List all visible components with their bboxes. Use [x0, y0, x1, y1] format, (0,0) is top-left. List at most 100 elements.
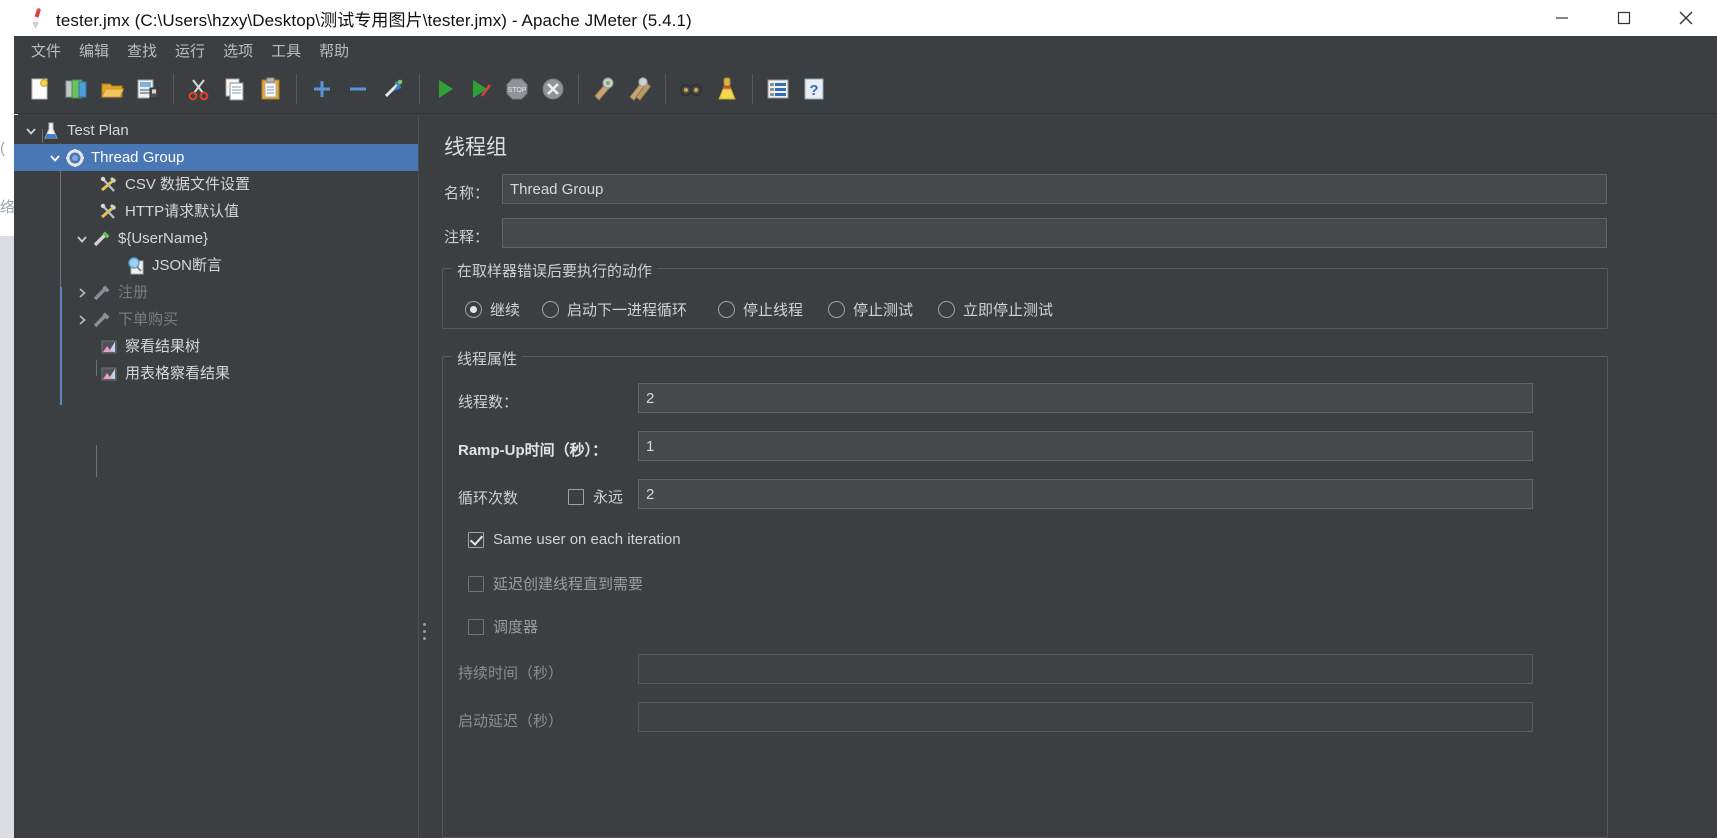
- test-plan-tree[interactable]: Test Plan Thread Group CSV 数据文件设置 HTTP请求…: [14, 115, 418, 838]
- duration-label: 持续时间（秒）: [458, 665, 564, 682]
- tree-node-csv-data-set[interactable]: CSV 数据文件设置: [14, 171, 418, 198]
- start-icon[interactable]: [427, 70, 463, 108]
- new-icon[interactable]: [22, 70, 58, 108]
- menu-run[interactable]: 运行: [166, 37, 214, 64]
- error-action-legend: 在取样器错误后要执行的动作: [452, 260, 658, 281]
- radio-indicator[interactable]: [465, 301, 482, 318]
- radio-stop-test-now[interactable]: 立即停止测试: [938, 299, 1053, 320]
- chevron-down-icon[interactable]: [48, 151, 62, 165]
- startup-delay-input[interactable]: [638, 702, 1533, 732]
- paste-icon[interactable]: [253, 70, 289, 108]
- checkbox-indicator[interactable]: [468, 531, 484, 548]
- toolbar-separator-4: [578, 73, 579, 104]
- checkbox-indicator[interactable]: [468, 618, 484, 635]
- tree-node-label: 察看结果树: [125, 338, 201, 355]
- save-icon[interactable]: [130, 70, 166, 108]
- reset-search-icon[interactable]: [709, 70, 745, 108]
- tree-node-label: 注册: [118, 284, 149, 301]
- toolbar-separator-5: [665, 73, 666, 104]
- tree-node-username-sampler[interactable]: ${UserName}: [14, 225, 418, 252]
- clear-all-icon[interactable]: [622, 70, 658, 108]
- cut-icon[interactable]: [181, 70, 217, 108]
- rampup-input[interactable]: 1: [638, 431, 1533, 461]
- name-input[interactable]: Thread Group: [502, 174, 1607, 204]
- toggle-icon[interactable]: [376, 70, 412, 108]
- loop-count-input[interactable]: 2: [638, 479, 1533, 509]
- splitter-handle-icon[interactable]: [423, 623, 427, 644]
- expand-all-icon[interactable]: [304, 70, 340, 108]
- page-title: 线程组: [444, 136, 507, 159]
- comment-input[interactable]: [502, 218, 1607, 248]
- chevron-right-icon[interactable]: [75, 313, 89, 327]
- maximize-button[interactable]: [1593, 0, 1655, 36]
- stop-icon[interactable]: STOP: [499, 70, 535, 108]
- checkbox-label: Same user on each iteration: [493, 531, 681, 548]
- duration-input[interactable]: [638, 654, 1533, 684]
- desktop-ghost-text-a: (: [0, 140, 5, 157]
- menu-edit[interactable]: 编辑: [70, 37, 118, 64]
- menu-help[interactable]: 帮助: [310, 37, 358, 64]
- help-icon[interactable]: ?: [796, 70, 832, 108]
- thread-properties-legend: 线程属性: [452, 348, 523, 369]
- startup-delay-label: 启动延迟（秒）: [458, 713, 564, 730]
- search-icon[interactable]: [673, 70, 709, 108]
- tree-node-thread-group[interactable]: Thread Group: [14, 144, 418, 171]
- templates-icon[interactable]: [58, 70, 94, 108]
- tree-node-view-results-tree[interactable]: 察看结果树: [14, 333, 418, 360]
- chevron-down-icon[interactable]: [24, 124, 38, 138]
- listener-icon: [99, 364, 119, 384]
- delayed-thread-creation-checkbox[interactable]: 延迟创建线程直到需要: [468, 573, 643, 594]
- start-no-pauses-icon[interactable]: [463, 70, 499, 108]
- radio-label: 启动下一进程循环: [567, 302, 688, 319]
- close-button[interactable]: [1655, 0, 1717, 36]
- tree-node-label: CSV 数据文件设置: [125, 176, 251, 193]
- scheduler-checkbox[interactable]: 调度器: [468, 616, 538, 637]
- listener-icon: [99, 337, 119, 357]
- threads-input[interactable]: 2: [638, 383, 1533, 413]
- radio-start-next-loop[interactable]: 启动下一进程循环: [542, 299, 687, 320]
- minimize-button[interactable]: [1531, 0, 1593, 36]
- radio-indicator[interactable]: [718, 301, 735, 318]
- assertion-icon: [126, 256, 146, 276]
- tree-node-json-assertion[interactable]: JSON断言: [14, 252, 418, 279]
- tree-node-place-order[interactable]: 下单购买: [14, 306, 418, 333]
- tree-node-register[interactable]: 注册: [14, 279, 418, 306]
- radio-indicator[interactable]: [542, 301, 559, 318]
- shutdown-icon[interactable]: [535, 70, 571, 108]
- radio-stop-thread[interactable]: 停止线程: [718, 299, 803, 320]
- menu-search[interactable]: 查找: [118, 37, 166, 64]
- loop-forever-checkbox[interactable]: 永远: [568, 486, 623, 507]
- sampler-icon: [92, 283, 112, 303]
- clear-icon[interactable]: [586, 70, 622, 108]
- toolbar: STOP ?: [14, 64, 1717, 114]
- copy-icon[interactable]: [217, 70, 253, 108]
- radio-stop-test[interactable]: 停止测试: [828, 299, 913, 320]
- menu-options[interactable]: 选项: [214, 37, 262, 64]
- tree-node-http-defaults[interactable]: HTTP请求默认值: [14, 198, 418, 225]
- tree-node-label: ${UserName}: [118, 230, 209, 247]
- radio-indicator[interactable]: [828, 301, 845, 318]
- menu-file[interactable]: 文件: [22, 37, 70, 64]
- open-icon[interactable]: [94, 70, 130, 108]
- checkbox-indicator[interactable]: [568, 488, 584, 505]
- menu-tools[interactable]: 工具: [262, 37, 310, 64]
- radio-continue[interactable]: 继续: [465, 299, 520, 320]
- rampup-label: Ramp-Up时间（秒）：: [458, 442, 608, 459]
- tree-node-view-results-in-table[interactable]: 用表格察看结果: [14, 360, 418, 387]
- checkbox-indicator[interactable]: [468, 575, 484, 592]
- window-controls: [1531, 0, 1717, 36]
- comment-label: 注释：: [444, 229, 490, 246]
- title-bar: tester.jmx (C:\Users\hzxy\Desktop\测试专用图片…: [14, 0, 1717, 36]
- tree-node-test-plan[interactable]: Test Plan: [14, 117, 418, 144]
- same-user-checkbox[interactable]: Same user on each iteration: [468, 531, 681, 548]
- chevron-right-icon[interactable]: [75, 286, 89, 300]
- radio-indicator[interactable]: [938, 301, 955, 318]
- sampler-icon: [92, 310, 112, 330]
- function-helper-icon[interactable]: [760, 70, 796, 108]
- collapse-all-icon[interactable]: [340, 70, 376, 108]
- toolbar-separator-3: [419, 73, 420, 104]
- chevron-down-icon[interactable]: [75, 232, 89, 246]
- tree-node-label: HTTP请求默认值: [125, 203, 240, 220]
- checkbox-label: 延迟创建线程直到需要: [493, 576, 644, 593]
- thread-group-icon: [65, 148, 85, 168]
